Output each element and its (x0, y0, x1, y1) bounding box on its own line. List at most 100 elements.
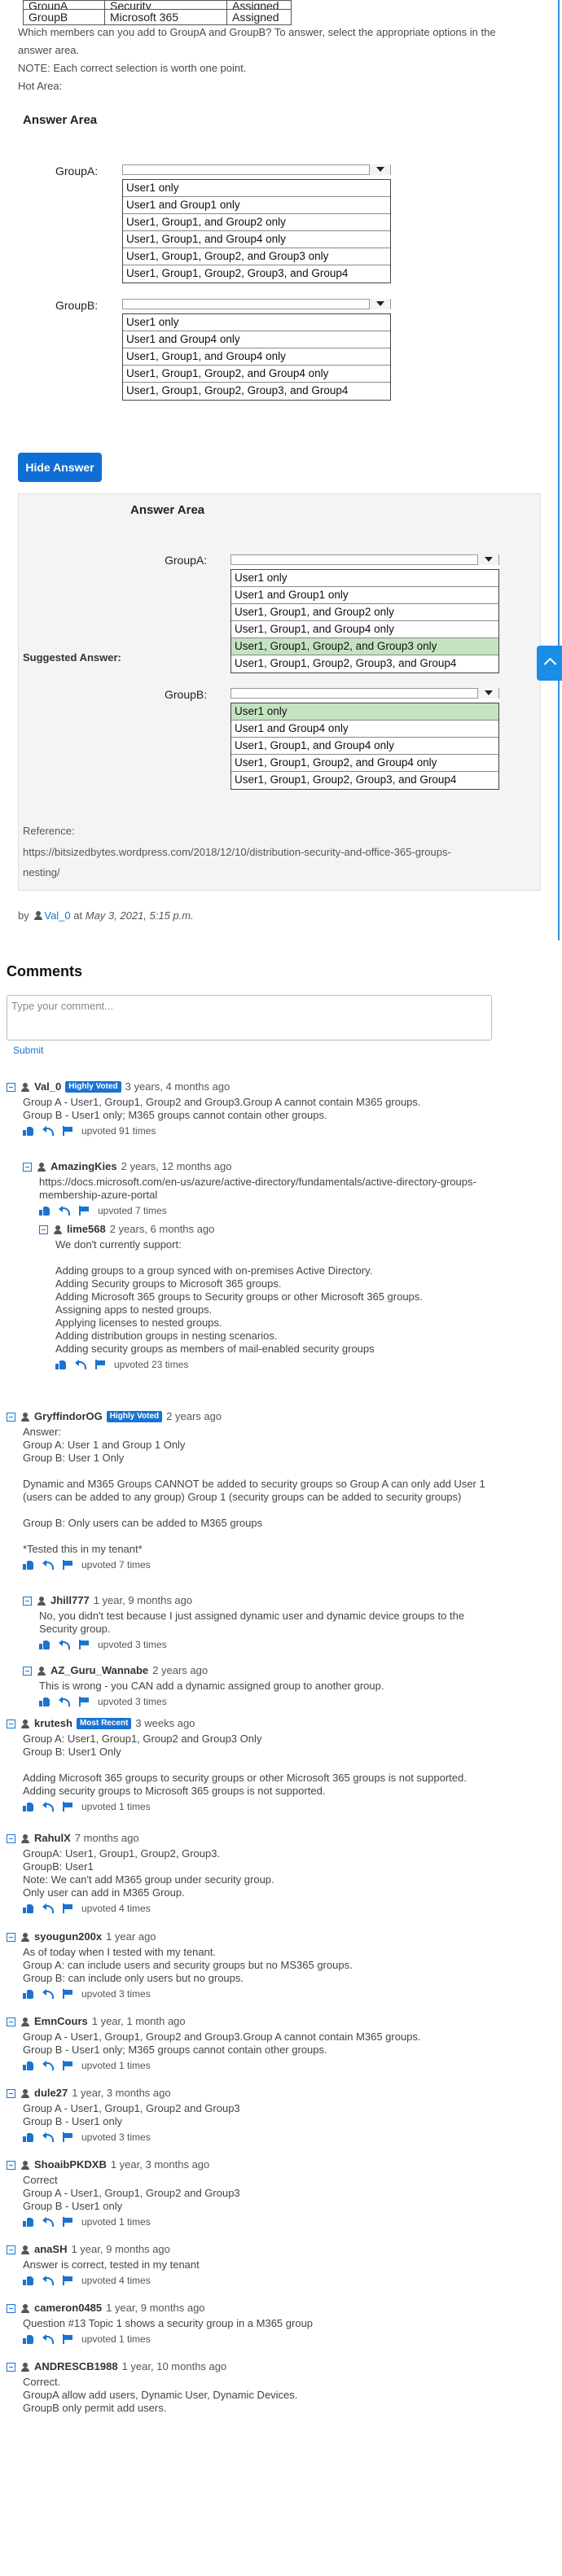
collapse-icon[interactable] (7, 2088, 15, 2098)
groupa-dropdown-head[interactable] (122, 164, 391, 175)
flag-icon[interactable] (62, 2061, 73, 2070)
comment-user[interactable]: syougun200x (34, 1930, 102, 1943)
comment-user[interactable]: anaSH (34, 2243, 67, 2256)
flag-icon[interactable] (62, 1904, 73, 1913)
reply-icon[interactable] (42, 1560, 54, 1570)
dropdown-option[interactable]: User1, Group1, Group2, Group3, and Group… (123, 383, 390, 400)
reply-icon[interactable] (42, 2334, 54, 2344)
dropdown-option[interactable]: User1 and Group4 only (123, 331, 390, 348)
comment-user[interactable]: cameron0485 (34, 2302, 102, 2315)
collapse-icon[interactable] (7, 2303, 15, 2313)
collapse-icon[interactable] (7, 1833, 15, 1843)
flag-icon[interactable] (62, 2276, 73, 2285)
dropdown-option[interactable]: User1 only (123, 180, 390, 197)
groupb-label: GroupB: (55, 299, 99, 312)
comment-user[interactable]: AZ_Guru_Wannabe (50, 1664, 148, 1677)
reply-icon[interactable] (42, 1802, 54, 1812)
collapse-icon[interactable] (7, 2362, 15, 2372)
upvote-icon[interactable] (23, 1802, 34, 1812)
comment-user[interactable]: ShoaibPKDXB (34, 2158, 107, 2171)
comment-user[interactable]: krutesh (34, 1717, 72, 1730)
comment-user[interactable]: Jhill777 (50, 1594, 90, 1607)
upvote-icon[interactable] (23, 2061, 34, 2070)
reply-icon[interactable] (42, 1989, 54, 1999)
dropdown-option[interactable]: User1, Group1, Group2, and Group4 only (123, 366, 390, 383)
collapse-icon[interactable] (7, 1412, 15, 1422)
groupa-dropdown[interactable]: User1 only User1 and Group1 only User1, … (122, 164, 391, 283)
scroll-top-button[interactable] (537, 646, 562, 681)
comment-body: https://docs.microsoft.com/en-us/azure/a… (39, 1176, 476, 1201)
reply-icon[interactable] (59, 1640, 70, 1649)
dropdown-option[interactable]: User1 only (123, 314, 390, 331)
flag-icon[interactable] (62, 2217, 73, 2227)
flag-icon[interactable] (94, 1360, 106, 1369)
collapse-icon[interactable] (23, 1596, 32, 1606)
comment-user[interactable]: ANDRESCB1988 (34, 2360, 118, 2373)
upvote-icon[interactable] (23, 1989, 34, 1999)
upvote-icon[interactable] (23, 1126, 34, 1136)
flag-icon[interactable] (62, 1989, 73, 1999)
reply-icon[interactable] (59, 1206, 70, 1216)
collapse-icon[interactable] (23, 1162, 32, 1172)
reply-icon[interactable] (42, 2061, 54, 2070)
collapse-icon[interactable] (7, 1719, 15, 1728)
dropdown-option[interactable]: User1, Group1, and Group4 only (123, 231, 390, 248)
comment-user[interactable]: GryffindorOG (34, 1410, 103, 1423)
dropdown-option[interactable]: User1, Group1, Group2, Group3, and Group… (123, 265, 390, 283)
flag-icon[interactable] (78, 1697, 90, 1706)
comment-user[interactable]: Val_0 (34, 1080, 61, 1093)
comment-user[interactable]: dule27 (34, 2087, 68, 2100)
flag-icon[interactable] (78, 1206, 90, 1216)
upvote-icon[interactable] (23, 2132, 34, 2142)
collapse-icon[interactable] (7, 2017, 15, 2026)
collapse-icon[interactable] (23, 1666, 32, 1676)
collapse-icon[interactable] (7, 2245, 15, 2254)
upvote-icon[interactable] (23, 2217, 34, 2227)
flag-icon[interactable] (62, 1126, 73, 1136)
flag-icon[interactable] (78, 1640, 90, 1649)
flag-icon[interactable] (62, 1560, 73, 1570)
dropdown-option[interactable]: User1, Group1, and Group2 only (123, 214, 390, 231)
dropdown-option[interactable]: User1, Group1, Group2, and Group3 only (123, 248, 390, 265)
collapse-icon[interactable] (7, 1932, 15, 1942)
upvote-icon[interactable] (23, 1904, 34, 1913)
collapse-icon[interactable] (39, 1224, 48, 1234)
groupb-dropdown[interactable]: User1 only User1 and Group4 only User1, … (122, 299, 391, 401)
comment-user[interactable]: AmazingKies (50, 1160, 117, 1173)
comment-user[interactable]: lime568 (67, 1223, 106, 1236)
hide-answer-button[interactable]: Hide Answer (18, 453, 102, 482)
comment: cameron0485 1 year, 9 months ago Question… (7, 2301, 544, 2346)
flag-icon[interactable] (62, 1802, 73, 1812)
reply-icon[interactable] (42, 2217, 54, 2227)
flag-icon[interactable] (62, 2334, 73, 2344)
upvote-icon[interactable] (39, 1206, 50, 1216)
flag-icon[interactable] (62, 2132, 73, 2142)
dropdown-option[interactable]: User1, Group1, and Group4 only (123, 348, 390, 366)
upvote-icon[interactable] (23, 1560, 34, 1570)
reference-link-cont[interactable]: nesting/ (23, 866, 60, 878)
groupb-options: User1 only User1 and Group4 only User1, … (122, 313, 391, 401)
reply-icon[interactable] (42, 1904, 54, 1913)
reply-icon[interactable] (42, 2132, 54, 2142)
reply-icon[interactable] (75, 1360, 86, 1369)
collapse-icon[interactable] (7, 2160, 15, 2170)
reply-icon[interactable] (59, 1697, 70, 1706)
groupb-dropdown-head[interactable] (122, 299, 391, 309)
reply-icon[interactable] (42, 2276, 54, 2285)
reference-link[interactable]: https://bitsizedbytes.wordpress.com/2018… (23, 846, 451, 858)
upvote-icon[interactable] (23, 2276, 34, 2285)
submit-button[interactable]: Submit (13, 1045, 43, 1056)
chevron-down-icon[interactable] (369, 164, 390, 175)
upvote-icon[interactable] (55, 1360, 67, 1369)
collapse-icon[interactable] (7, 1082, 15, 1092)
upvote-icon[interactable] (39, 1697, 50, 1706)
chevron-down-icon[interactable] (369, 299, 390, 309)
author-link[interactable]: Val_0 (44, 909, 70, 922)
upvote-icon[interactable] (23, 2334, 34, 2344)
reply-icon[interactable] (42, 1126, 54, 1136)
comment-user[interactable]: EmnCours (34, 2015, 88, 2028)
dropdown-option[interactable]: User1 and Group1 only (123, 197, 390, 214)
comment-input[interactable]: Type your comment... (7, 995, 492, 1040)
upvote-icon[interactable] (39, 1640, 50, 1649)
comment-user[interactable]: RahulX (34, 1832, 71, 1845)
